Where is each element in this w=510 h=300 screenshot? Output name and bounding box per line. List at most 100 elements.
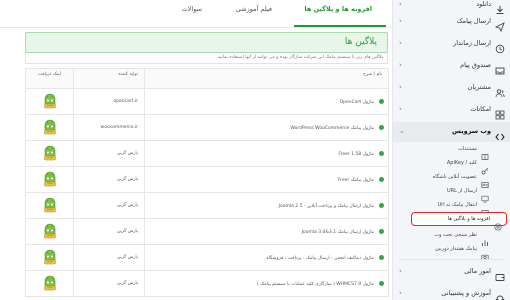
table-row: ماژول پیامک WordPress WooCommerce woocomm… [25,114,389,141]
sidebar-divider [399,259,505,260]
table-row: ماژول Freer 1.58 پارس گرین [25,140,389,167]
android-robot-icon[interactable] [41,119,59,137]
sidebar-item-inbox[interactable]: صندوق پیام ‹ [393,56,510,76]
sidebar-subitem-label: نظر سنجی تحت وب [434,232,477,238]
sidebar-subitem-docs[interactable]: مستندات [393,143,510,161]
poll-icon [481,232,489,246]
sidebar-item-label: وب سرویس [452,127,491,135]
plugin-title: ماژول ارسال پیامک و پرداخت آنلاین - Joom… [278,203,374,209]
sidebar-subitem-label: عضویت آنلاین باشگاه [432,174,477,180]
sidebar-subitem-web-poll[interactable]: نظر سنجی تحت وب [393,229,510,246]
sidebar-item-scheduled-send[interactable]: ارسال زماندار ‹ [393,34,510,54]
download-link-cell [25,114,74,141]
page-title: پلاگین ها [344,37,377,47]
plugin-supplier: پارس گرین [73,218,145,245]
table-header-row: نام / شرح تولید کننده لینک دریافت [25,68,389,89]
plugin-title-cell: ماژول پیامک Freer [144,166,389,193]
plugin-icon [494,216,502,231]
download-link-cell [25,192,74,219]
plugin-supplier: opencart.ir [73,88,145,115]
camera-icon [481,246,489,261]
status-dot-icon [379,124,384,130]
key-icon [481,160,489,175]
download-link-cell [25,166,74,193]
download-link-cell [25,88,74,115]
table-row: ماژول OpenCart opencart.ir [25,88,389,115]
sidebar-subitem-forward-to-url[interactable]: انتقال پیامک به Url [393,199,510,216]
sidebar-subitem-label: ارسال از URL [446,188,477,194]
status-dot-icon [379,176,384,182]
plugin-title-cell: ماژول Freer 1.58 [144,140,389,167]
plugin-title-cell: ماژول ارسال پیامک Joomla 3.0&3.1 [144,218,389,245]
sidebar-item-customers[interactable]: مشتریان ‹ [393,78,510,98]
plugin-supplier: پارس گرین [73,270,145,297]
clock-icon [495,39,505,54]
sidebar-item-finance[interactable]: امور مالی ‹ [393,262,510,282]
chevron-left-icon: ‹ [399,61,402,69]
column-header-title: نام / شرح [144,68,389,89]
plugins-table: نام / شرح تولید کننده لینک دریافت ماژول … [25,68,389,297]
chevron-left-icon: ‹ [399,267,402,275]
book-icon [481,146,489,161]
tab-video-tutorial[interactable]: فیلم آموزشی [236,5,272,13]
sidebar-subitem-label: کلید / ApiKey [446,160,477,166]
sidebar-subitem-label: پیامک هشدار دوربین [434,246,477,252]
sidebar-item-send-sms[interactable]: ارسال پیامک ‹ [393,12,510,33]
download-icon [495,0,505,14]
chevron-left-icon: ‹ [399,105,402,113]
sidebar-item-label: دانلود [476,0,491,8]
sidebar-item-label: ارسال زماندار [453,39,491,47]
android-robot-icon[interactable] [41,223,59,241]
table-row: ماژول ارسال پیامک و پرداخت آنلاین - Joom… [25,192,389,219]
table-row: ماژول پیامک Freer پارس گرین [25,166,389,193]
android-robot-icon[interactable] [41,249,59,267]
sidebar-subitem-online-membership[interactable]: عضویت آنلاین باشگاه [393,171,510,188]
tab-plugins[interactable]: افزونه ها و پلاگین ها [304,5,372,13]
tab-faq[interactable]: سوالات [182,5,202,13]
sidebar-subitem-label: انتقال پیامک به Url [437,202,477,208]
support-icon [495,289,505,300]
sidebar-item-label: صندوق پیام [460,61,491,69]
plugin-title-cell: ماژول WHMCS7.9 ( سازگاری کلیه عملیات با … [144,270,389,297]
sidebar-subitem-send-from-url[interactable]: ارسال از URL [393,185,510,203]
plugin-title-cell: ماژول دیتاکیف انجمن - ارسال پیامک ، پردا… [144,244,389,271]
plugins-notice: پلاگین های زیر با سیستم پیامک این شرکت س… [25,53,388,64]
android-robot-icon[interactable] [41,171,59,189]
android-robot-icon[interactable] [41,197,59,215]
inbox-icon [495,61,505,75]
chevron-left-icon: ‹ [399,0,402,8]
status-dot-icon [379,280,384,286]
sidebar-item-support[interactable]: آموزش و پشتیبانی ‹ [393,284,510,300]
android-robot-icon[interactable] [41,93,59,111]
status-dot-icon [379,202,384,208]
sidebar-item-label: آموزش و پشتیبانی [441,289,491,297]
active-tab-indicator [294,25,386,27]
plugin-title: ماژول پیامک Freer [337,177,374,183]
download-link-cell [25,218,74,245]
android-robot-icon[interactable] [41,145,59,163]
sidebar-subitem-apikey[interactable]: کلید / ApiKey [393,157,510,175]
sidebar-item-label: امکانات [470,105,491,113]
plugin-title: ماژول ارسال پیامک Joomla 3.0&3.1 [301,229,374,235]
download-link-cell [25,244,74,271]
sidebar-item-web-service[interactable]: وب سرویس ⌄ [393,122,510,142]
plugin-title-cell: ماژول پیامک WordPress WooCommerce [144,114,389,141]
transfer-icon [481,202,489,216]
sidebar-subitem-camera-alert[interactable]: پیامک هشدار دوربین [393,243,510,261]
column-header-supplier: تولید کننده [73,68,145,89]
sidebar-subitem-plugins[interactable]: افزونه ها و پلاگین ها [411,212,507,231]
status-dot-icon [379,228,384,234]
chevron-left-icon: ‹ [399,39,402,47]
plugin-title: ماژول Freer 1.58 [338,151,374,157]
plugin-title: ماژول پیامک WordPress WooCommerce [290,125,374,131]
apps-icon [495,105,505,120]
plugin-title: ماژول OpenCart [339,99,374,105]
plugin-title-cell: ماژول OpenCart [144,88,389,115]
chevron-down-icon: ⌄ [399,127,405,135]
sidebar-item-features[interactable]: امکانات ‹ [393,100,510,120]
plugin-title: ماژول دیتاکیف انجمن - ارسال پیامک ، پردا… [266,255,374,261]
plugin-supplier: پارس گرین [73,166,145,193]
android-robot-icon[interactable] [41,275,59,293]
wallet-icon [495,267,505,281]
sidebar-subitem-label: افزونه ها و پلاگین ها [447,216,490,222]
